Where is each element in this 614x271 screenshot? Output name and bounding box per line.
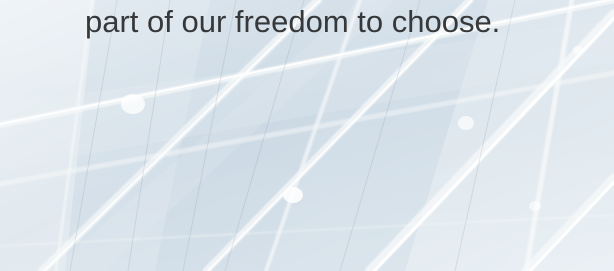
hero-banner: part of our freedom to choose. bbox=[0, 0, 614, 271]
hero-message: part of our freedom to choose. bbox=[85, 4, 501, 39]
